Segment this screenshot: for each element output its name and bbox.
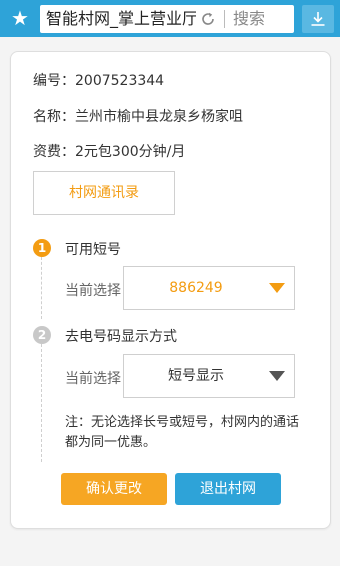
display-mode-select[interactable]: 短号显示	[123, 354, 295, 398]
step-connector-line	[41, 344, 42, 462]
display-mode-value: 短号显示	[168, 368, 224, 384]
star-icon[interactable]: ★	[8, 6, 32, 30]
download-icon	[311, 12, 325, 26]
village-contacts-button[interactable]: 村网通讯录	[33, 171, 175, 215]
short-number-select[interactable]: 886249	[123, 266, 295, 310]
exit-village-network-button[interactable]: 退出村网	[175, 473, 281, 505]
step-2-select-label: 当前选择	[65, 371, 121, 387]
step-2-title: 去电号码显示方式	[65, 329, 177, 345]
step-2-icon: 2	[33, 326, 51, 344]
short-number-value: 886249	[169, 280, 223, 296]
account-name: 名称：兰州市榆中县龙泉乡杨家咀	[33, 109, 243, 125]
dropdown-arrow-icon	[269, 371, 285, 381]
step-1-title: 可用短号	[65, 242, 121, 258]
note-text: 注：无论选择长号或短号，村网内的通话都为同一优惠。	[65, 415, 300, 450]
address-divider	[224, 10, 225, 28]
reload-icon[interactable]	[200, 11, 216, 27]
account-tariff: 资费：2元包300分钟/月	[33, 144, 186, 160]
download-button[interactable]	[302, 5, 334, 33]
step-1-icon: 1	[33, 239, 51, 257]
step-1-select-label: 当前选择	[65, 283, 121, 299]
confirm-change-button[interactable]: 确认更改	[61, 473, 167, 505]
account-card: 编号：2007523344 名称：兰州市榆中县龙泉乡杨家咀 资费：2元包300分…	[10, 51, 331, 529]
dropdown-arrow-icon	[269, 283, 285, 293]
account-number: 编号：2007523344	[33, 73, 165, 89]
url-text[interactable]: 智能村网_掌上营业厅_1	[46, 9, 196, 29]
search-input[interactable]: 搜索	[233, 9, 265, 29]
browser-toolbar: ★ 智能村网_掌上营业厅_1 搜索	[0, 0, 340, 37]
address-bar[interactable]: 智能村网_掌上营业厅_1 搜索	[40, 5, 294, 33]
step-connector-line	[41, 257, 42, 319]
